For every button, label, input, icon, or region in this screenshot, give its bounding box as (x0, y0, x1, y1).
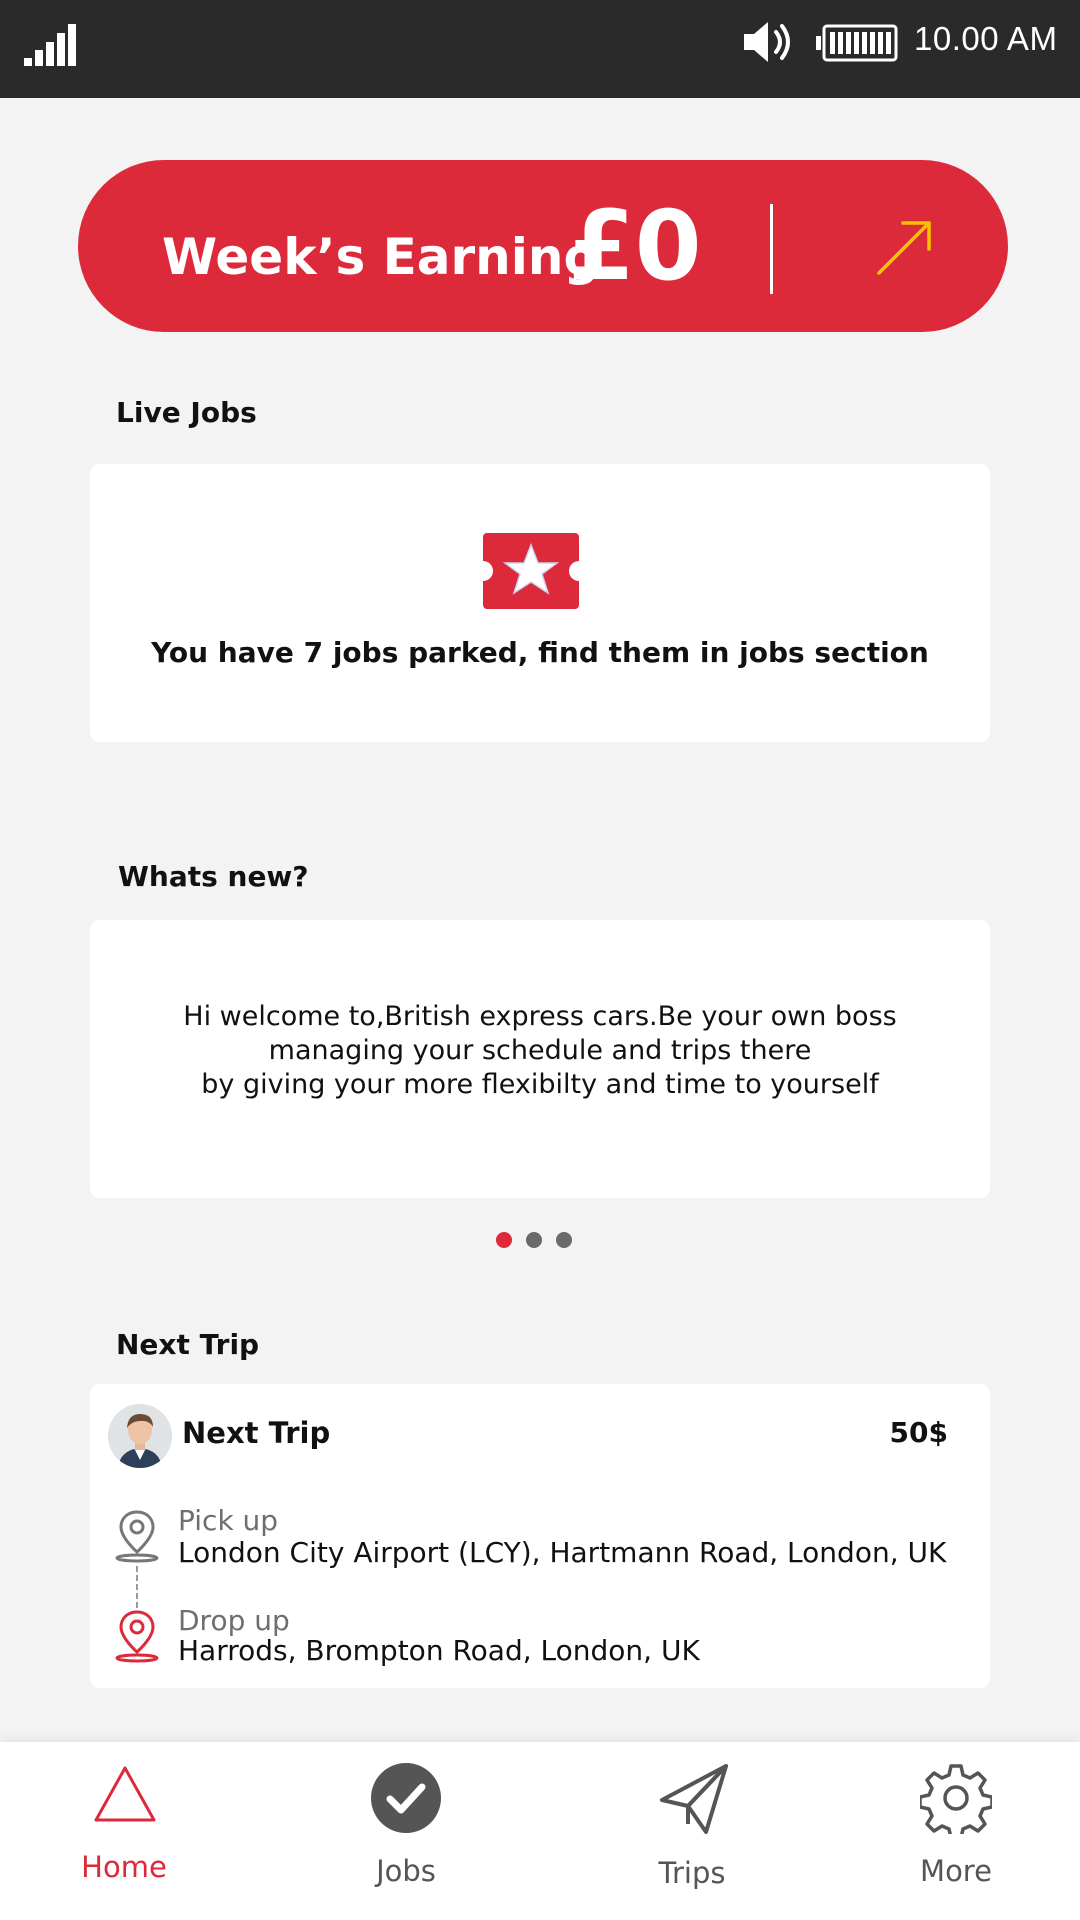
bottom-navigation: Home Jobs Trips More (0, 1742, 1080, 1920)
drop-label: Drop up (178, 1604, 290, 1637)
carousel-indicator[interactable] (496, 1232, 586, 1250)
nav-label-trips: Trips (658, 1856, 726, 1890)
nav-item-jobs[interactable]: Jobs (306, 1742, 506, 1920)
pickup-address: London City Airport (LCY), Hartmann Road… (178, 1536, 947, 1569)
drop-address: Harrods, Brompton Road, London, UK (178, 1634, 700, 1667)
live-jobs-title: Live Jobs (116, 396, 257, 429)
earning-label: Week’s Earning (162, 228, 600, 286)
next-trip-section-title: Next Trip (116, 1328, 260, 1361)
nav-item-trips[interactable]: Trips (592, 1742, 792, 1920)
speaker-icon (744, 22, 790, 62)
nav-label-jobs: Jobs (376, 1854, 436, 1888)
gear-icon (920, 1764, 992, 1834)
parked-jobs-message: You have 7 jobs parked, find them in job… (151, 636, 929, 669)
nav-label-home: Home (81, 1850, 167, 1884)
route-connector (136, 1566, 138, 1608)
avatar (108, 1404, 172, 1468)
map-pin-icon (115, 1510, 159, 1563)
carousel-dot[interactable] (526, 1232, 542, 1248)
triangle-icon (94, 1766, 156, 1822)
battery-icon (816, 24, 898, 62)
next-trip-title: Next Trip (182, 1416, 331, 1450)
pickup-label: Pick up (178, 1504, 279, 1537)
arrow-up-right-icon[interactable] (873, 215, 937, 279)
carousel-dot-active[interactable] (496, 1232, 512, 1248)
whats-new-card[interactable]: Hi welcome to,British express cars.Be yo… (90, 920, 990, 1198)
nav-item-more[interactable]: More (856, 1742, 1056, 1920)
live-jobs-card[interactable]: You have 7 jobs parked, find them in job… (90, 464, 990, 742)
trip-price: 50$ (889, 1416, 948, 1449)
status-bar: 10.00 AM (0, 0, 1080, 98)
earning-divider (770, 204, 773, 294)
clock-time: 10.00 AM (914, 20, 1058, 57)
carousel-dot[interactable] (556, 1232, 572, 1248)
paper-plane-icon (660, 1764, 728, 1834)
check-circle-icon (371, 1763, 441, 1833)
ticket-star-icon (483, 533, 579, 609)
nav-item-home[interactable]: Home (24, 1742, 224, 1920)
weekly-earning-banner[interactable]: Week’s Earning £0 (78, 160, 1008, 332)
map-pin-icon (115, 1610, 159, 1663)
earning-amount: £0 (568, 190, 702, 302)
nav-label-more: More (920, 1854, 992, 1888)
whats-new-message: Hi welcome to,British express cars.Be yo… (183, 1001, 897, 1100)
whats-new-title: Whats new? (118, 860, 309, 893)
signal-icon (24, 24, 76, 66)
next-trip-card[interactable]: Next Trip 50$ Pick up London City Airpor… (90, 1384, 990, 1688)
